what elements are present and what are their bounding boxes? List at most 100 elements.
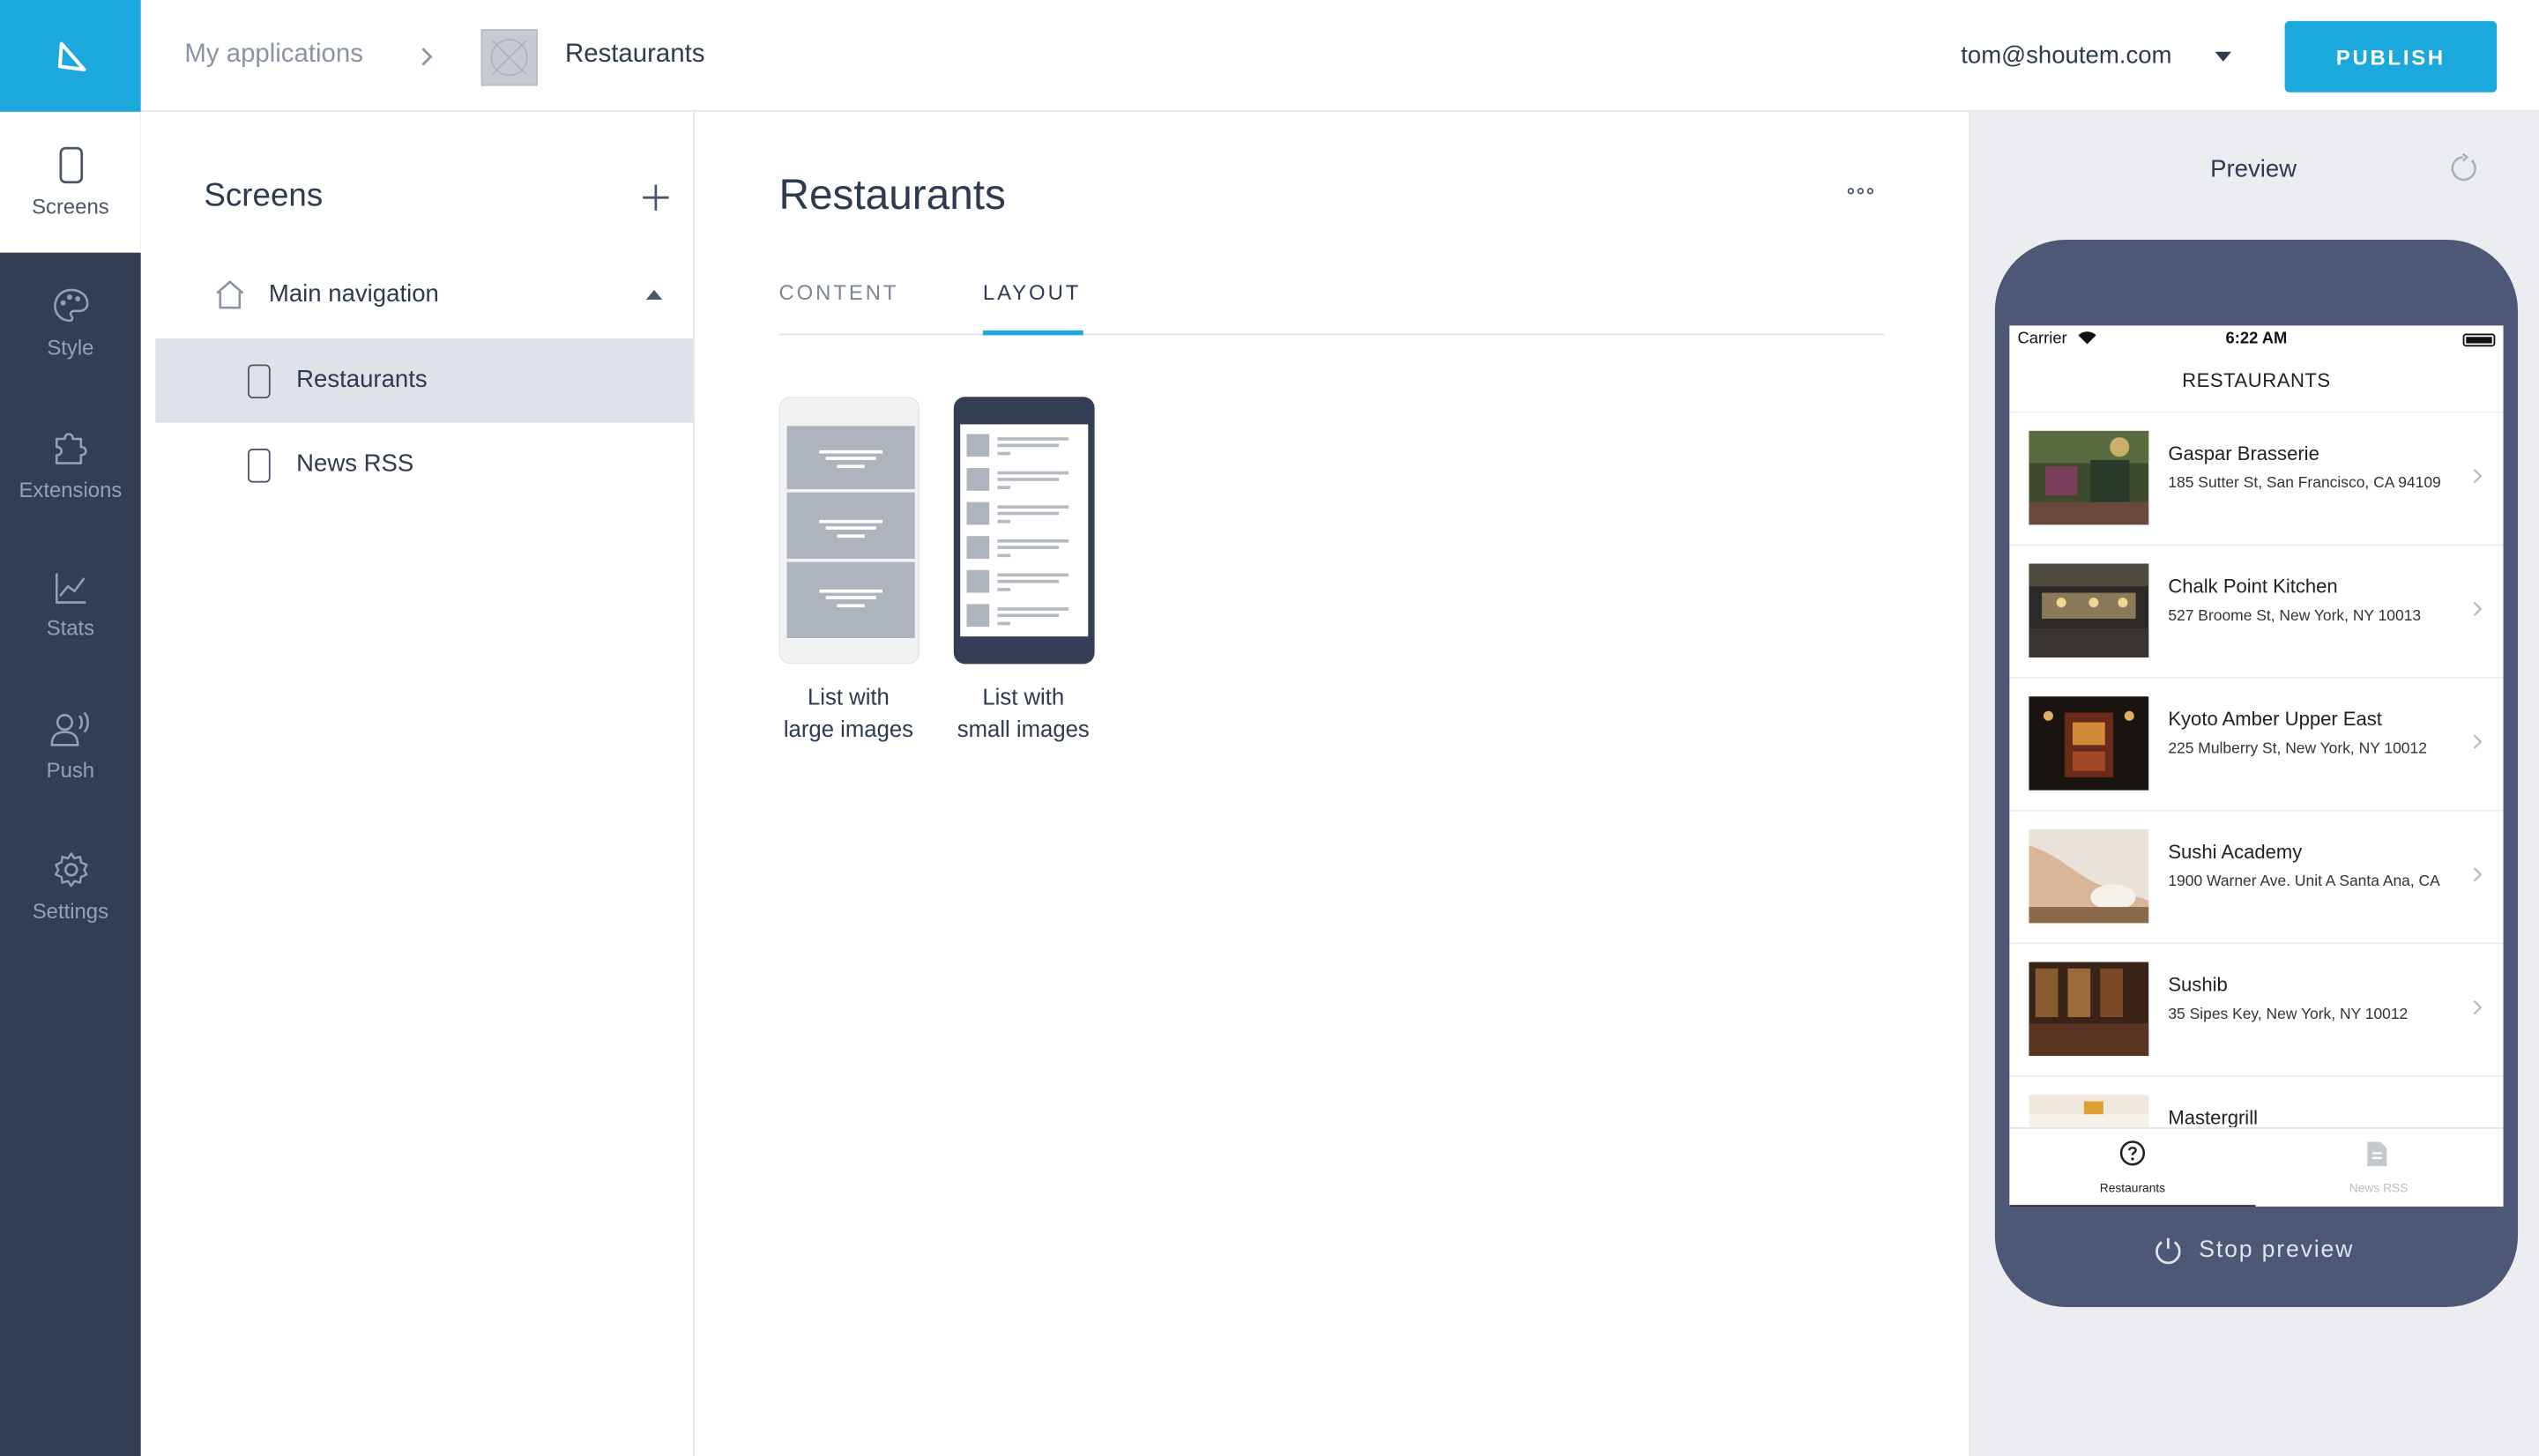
- preview-tab-label: Restaurants: [2099, 1180, 2166, 1196]
- gear-icon: [54, 852, 87, 888]
- chart-icon: [55, 573, 86, 604]
- restaurant-image: [2029, 430, 2149, 525]
- chevron-right-icon: [2473, 601, 2483, 617]
- tab-content[interactable]: CONTENT: [778, 280, 898, 305]
- status-bar: Carrier 6:22 AM: [2009, 325, 2503, 354]
- battery-icon: [2462, 333, 2496, 347]
- screens-panel: Screens Main navigation Restaurants News…: [140, 111, 695, 1456]
- chevron-right-icon: [2473, 734, 2483, 749]
- preview-nav-title: RESTAURANTS: [2182, 368, 2331, 392]
- restaurant-name: Mastergrill: [2168, 1106, 2258, 1127]
- phone-icon: [58, 146, 83, 184]
- restaurant-name: Chalk Point Kitchen: [2168, 575, 2338, 598]
- page-title: Restaurants: [778, 169, 1006, 219]
- top-bar: My applications Restaurants tom@shoutem.…: [140, 0, 2539, 112]
- preview-tab-news-rss[interactable]: News RSS: [2256, 1129, 2502, 1207]
- power-icon: [2156, 1237, 2181, 1265]
- restaurant-image: [2029, 962, 2149, 1057]
- stop-preview-label: Stop preview: [2199, 1237, 2355, 1264]
- rail-label: Stats: [46, 615, 95, 640]
- layout-label-large: List with large images: [783, 683, 914, 742]
- puzzle-icon: [55, 433, 86, 464]
- publish-button[interactable]: PUBLISH: [2284, 20, 2498, 93]
- chevron-right-icon: [2473, 469, 2483, 484]
- rail-label: Style: [47, 335, 94, 360]
- tab-layout[interactable]: LAYOUT: [983, 280, 1081, 305]
- preview-tab-label: News RSS: [2349, 1180, 2409, 1196]
- user-menu[interactable]: tom@shoutem.com: [1961, 42, 2171, 70]
- caret-down-icon[interactable]: [2215, 51, 2231, 62]
- rail-label: Extensions: [19, 478, 123, 502]
- more-options-icon[interactable]: [1847, 188, 1874, 195]
- restaurant-address: 1900 Warner Ave. Unit A Santa Ana, CA: [2168, 873, 2440, 891]
- palette-icon: [53, 288, 88, 323]
- left-rail: Screens Style Extensions Stats Push Sett…: [0, 111, 141, 1456]
- active-tab-indicator: [982, 330, 1083, 336]
- rail-label: Screens: [32, 194, 109, 219]
- breadcrumb-current-app[interactable]: Restaurants: [565, 41, 704, 70]
- restaurant-image: [2029, 828, 2149, 924]
- layout-option-large-images[interactable]: [778, 397, 920, 665]
- main-navigation-label: Main navigation: [268, 279, 439, 308]
- preview-tab-restaurants[interactable]: Restaurants: [2009, 1129, 2256, 1207]
- editor-panel: Restaurants CONTENT LAYOUT List with lar…: [696, 111, 1969, 1456]
- rail-item-settings[interactable]: Settings: [0, 816, 141, 957]
- rail-item-style[interactable]: Style: [0, 253, 141, 394]
- list-item[interactable]: Sushib 35 Sipes Key, New York, NY 10012: [2009, 944, 2504, 1078]
- screen-item-label: Restaurants: [296, 366, 428, 394]
- app-thumbnail[interactable]: [480, 29, 538, 86]
- main-navigation-group[interactable]: Main navigation: [155, 253, 693, 338]
- plus-icon[interactable]: [639, 182, 672, 214]
- home-icon: [216, 280, 244, 309]
- rail-item-screens[interactable]: Screens: [0, 111, 141, 253]
- refresh-icon[interactable]: [2446, 152, 2479, 185]
- restaurant-name: Sushib: [2168, 973, 2228, 997]
- list-item[interactable]: Mastergrill: [2009, 1077, 2503, 1127]
- phone-screen: Carrier 6:22 AM RESTAURANTS Gaspar Brass…: [2009, 325, 2504, 1207]
- screen-item-news-rss[interactable]: News RSS: [155, 423, 693, 508]
- phone-icon: [248, 364, 271, 399]
- chevron-right-icon: [2473, 999, 2483, 1015]
- document-icon: [2367, 1141, 2387, 1167]
- preview-panel: Preview Carrier 6:22 AM RESTAURANTS Gasp…: [1969, 111, 2539, 1456]
- preview-tab-bar: Restaurants News RSS: [2009, 1126, 2504, 1207]
- chevron-right-icon: [421, 48, 433, 66]
- screen-item-label: News RSS: [296, 449, 414, 479]
- app-logo[interactable]: [0, 0, 141, 112]
- phone-icon: [248, 449, 271, 483]
- restaurant-name: Gaspar Brasserie: [2168, 442, 2319, 465]
- restaurant-address: 527 Broome St, New York, NY 10013: [2168, 607, 2422, 626]
- rail-item-stats[interactable]: Stats: [0, 534, 141, 675]
- rail-label: Settings: [32, 898, 109, 924]
- restaurant-address: 225 Mulberry St, New York, NY 10012: [2168, 739, 2427, 758]
- breadcrumb-my-applications[interactable]: My applications: [184, 41, 363, 70]
- device-frame: Carrier 6:22 AM RESTAURANTS Gaspar Brass…: [1994, 239, 2519, 1307]
- layout-option-small-images[interactable]: [953, 397, 1095, 665]
- screen-item-restaurants[interactable]: Restaurants: [155, 338, 694, 423]
- status-time: 6:22 AM: [2225, 330, 2288, 349]
- question-circle-icon: [2119, 1140, 2146, 1166]
- preview-title: Preview: [2210, 155, 2297, 183]
- restaurant-name: Sushi Academy: [2168, 840, 2303, 864]
- rail-item-extensions[interactable]: Extensions: [0, 394, 141, 535]
- active-tab-indicator: [2009, 1205, 2256, 1207]
- restaurant-image: [2029, 563, 2149, 658]
- stop-preview-button[interactable]: Stop preview: [2154, 1236, 2354, 1265]
- restaurant-image: [2029, 696, 2149, 791]
- logo-icon: [57, 41, 86, 71]
- rail-item-push[interactable]: Push: [0, 675, 141, 816]
- restaurant-address: 185 Sutter St, San Francisco, CA 94109: [2168, 474, 2441, 493]
- restaurant-image: [2029, 1095, 2149, 1127]
- editor-tabs: CONTENT LAYOUT: [778, 265, 1885, 336]
- list-item[interactable]: Sushi Academy 1900 Warner Ave. Unit A Sa…: [2009, 812, 2504, 945]
- layout-label-small: List with small images: [957, 683, 1090, 742]
- restaurant-list: Gaspar Brasserie 185 Sutter St, San Fran…: [2009, 411, 2504, 1127]
- caret-up-icon[interactable]: [645, 289, 663, 300]
- layout-preview-large: [786, 426, 915, 639]
- list-item[interactable]: Kyoto Amber Upper East 225 Mulberry St, …: [2009, 679, 2504, 812]
- layout-preview-small: [960, 424, 1089, 637]
- screens-title: Screens: [204, 178, 324, 214]
- list-item[interactable]: Gaspar Brasserie 185 Sutter St, San Fran…: [2009, 413, 2504, 546]
- list-item[interactable]: Chalk Point Kitchen 527 Broome St, New Y…: [2009, 546, 2504, 679]
- restaurant-address: 35 Sipes Key, New York, NY 10012: [2168, 1006, 2409, 1024]
